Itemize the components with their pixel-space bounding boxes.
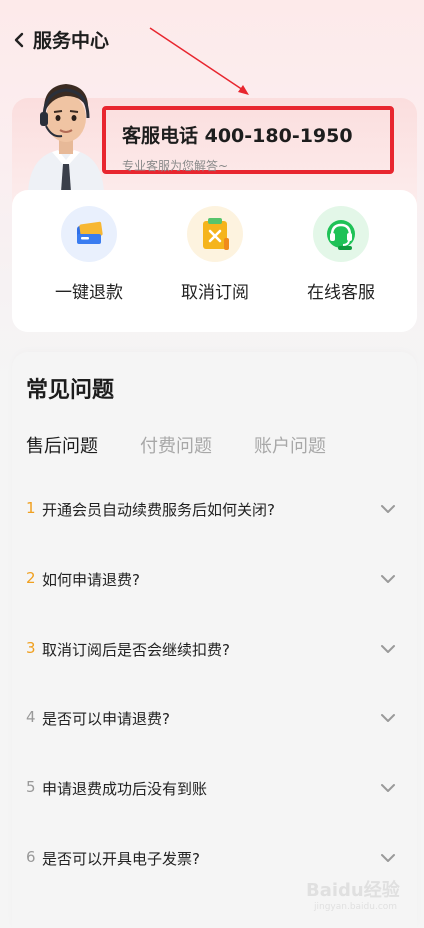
cancel-subscription-action[interactable]: 取消订阅 bbox=[160, 206, 270, 306]
refund-card-icon bbox=[61, 206, 117, 262]
refund-action[interactable]: 一键退款 bbox=[34, 206, 144, 306]
online-service-action[interactable]: 在线客服 bbox=[286, 206, 396, 306]
faq-item-number: 4 bbox=[26, 708, 36, 726]
cancel-subscription-label: 取消订阅 bbox=[181, 283, 249, 303]
faq-item-question: 取消订阅后是否会继续扣费? bbox=[42, 641, 230, 659]
faq-item-question: 如何申请退费? bbox=[42, 571, 140, 589]
chevron-down-icon bbox=[381, 784, 395, 792]
faq-item-question: 是否可以开具电子发票? bbox=[42, 850, 200, 868]
customer-service-avatar bbox=[22, 68, 110, 192]
watermark-subtext: jingyan.baidu.com bbox=[314, 902, 398, 912]
watermark-text: Baidu经验 bbox=[306, 880, 400, 901]
faq-item-number: 6 bbox=[26, 848, 36, 866]
hotline-text[interactable]: 客服电话 400-180-1950 bbox=[122, 121, 353, 148]
faq-item-number: 3 bbox=[26, 639, 36, 657]
faq-item-number: 2 bbox=[26, 569, 36, 587]
faq-item-question: 申请退费成功后没有到账 bbox=[42, 780, 208, 798]
chevron-down-icon bbox=[381, 645, 395, 653]
headset-icon bbox=[313, 206, 369, 262]
chevron-down-icon bbox=[381, 714, 395, 722]
faq-item[interactable]: 3 取消订阅后是否会继续扣费? bbox=[26, 637, 402, 667]
faq-item[interactable]: 2 如何申请退费? bbox=[26, 567, 402, 597]
faq-item-question: 开通会员自动续费服务后如何关闭? bbox=[42, 501, 275, 519]
chevron-down-icon bbox=[381, 854, 395, 862]
faq-item[interactable]: 5 申请退费成功后没有到账 bbox=[26, 776, 402, 806]
faq-item-number: 5 bbox=[26, 778, 36, 796]
refund-action-label: 一键退款 bbox=[55, 283, 123, 303]
tab-after-sales[interactable]: 售后问题 bbox=[26, 432, 98, 458]
chevron-down-icon bbox=[381, 505, 395, 513]
cancel-subscription-icon bbox=[187, 206, 243, 262]
watermark: Baidu经验 jingyan.baidu.com bbox=[306, 872, 418, 916]
faq-title: 常见问题 bbox=[26, 378, 115, 403]
tab-account[interactable]: 账户问题 bbox=[254, 432, 326, 458]
online-service-label: 在线客服 bbox=[307, 283, 375, 303]
chevron-down-icon bbox=[381, 575, 395, 583]
faq-item[interactable]: 4 是否可以申请退费? bbox=[26, 706, 402, 736]
tab-payment[interactable]: 付费问题 bbox=[140, 432, 212, 458]
faq-item-number: 1 bbox=[26, 499, 36, 517]
hotline-subtitle: 专业客服为您解答~ bbox=[122, 159, 229, 173]
faq-item[interactable]: 1 开通会员自动续费服务后如何关闭? bbox=[26, 497, 402, 527]
faq-item-question: 是否可以申请退费? bbox=[42, 710, 170, 728]
